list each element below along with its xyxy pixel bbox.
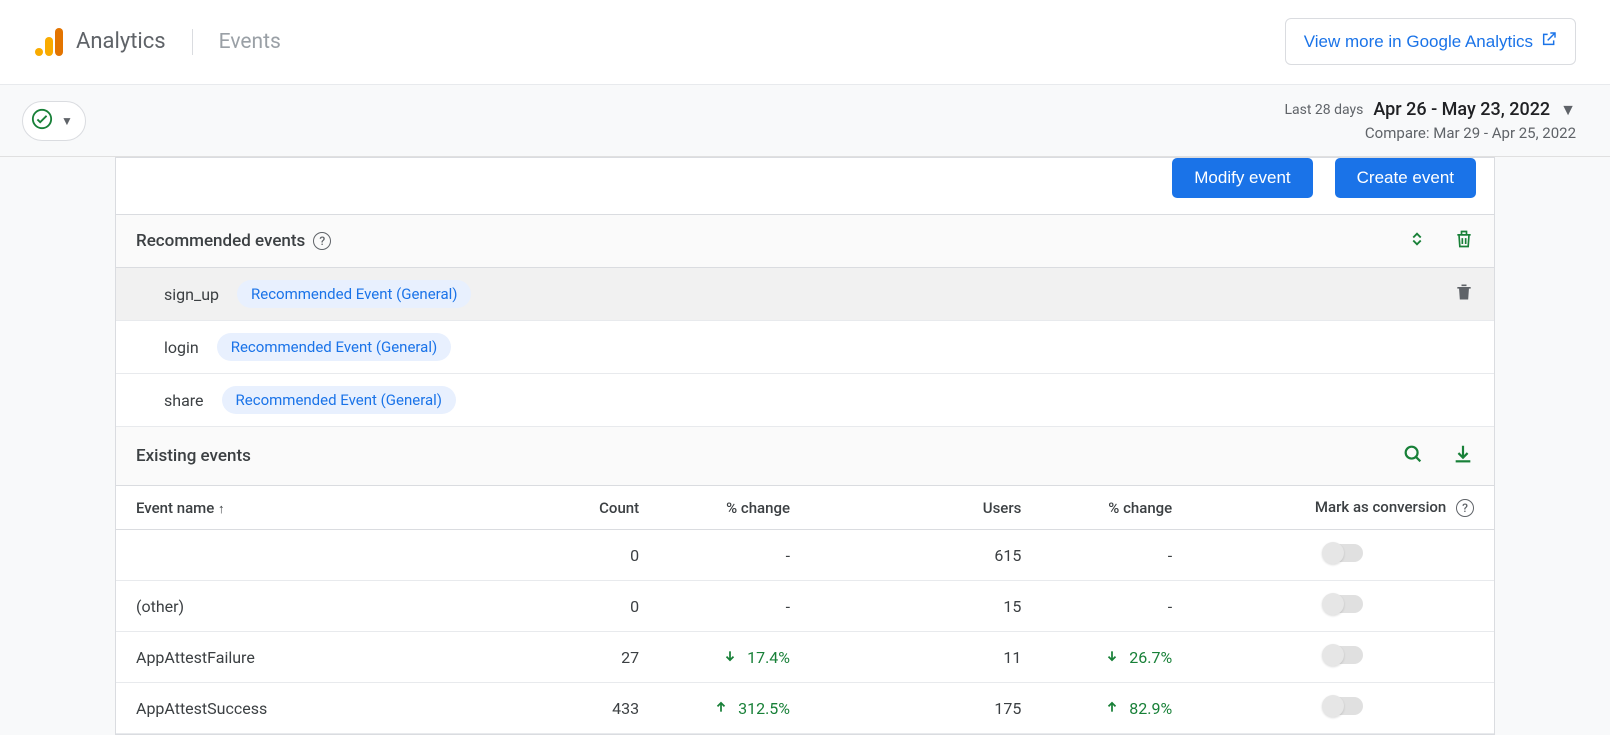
- users-change-cell: 82.9%: [1061, 699, 1172, 718]
- conversion-cell: [1192, 581, 1494, 632]
- count-cell: 27: [549, 632, 660, 683]
- analytics-logo-icon: [34, 27, 64, 57]
- recommended-badge: Recommended Event (General): [237, 280, 471, 308]
- modify-event-button[interactable]: Modify event: [1172, 158, 1312, 198]
- event-name-cell: AppAttestFailure: [116, 632, 549, 683]
- recommended-title: Recommended events: [136, 231, 305, 251]
- recommended-event-name: sign_up: [164, 285, 219, 304]
- col-mark-conversion: Mark as conversion ?: [1192, 486, 1494, 530]
- table-row[interactable]: 0-615-: [116, 530, 1494, 581]
- section-name: Events: [219, 30, 281, 54]
- users-cell: 11: [810, 632, 1041, 683]
- recommended-row[interactable]: login Recommended Event (General): [116, 321, 1494, 374]
- recommended-badge: Recommended Event (General): [222, 386, 456, 414]
- status-filter-chip[interactable]: ▼: [22, 101, 86, 141]
- delete-icon[interactable]: [1454, 282, 1474, 306]
- brand-block: Analytics Events: [34, 27, 281, 57]
- arrow-down-icon: [1105, 648, 1119, 667]
- table-row[interactable]: AppAttestSuccess433 312.5% 175 82.9%: [116, 683, 1494, 734]
- view-more-label: View more in Google Analytics: [1304, 32, 1533, 52]
- count-cell: 0: [549, 530, 660, 581]
- count-change-cell: -: [679, 597, 790, 616]
- recommended-row[interactable]: sign_up Recommended Event (General): [116, 268, 1494, 321]
- col-event-name[interactable]: Event name ↑: [116, 486, 549, 530]
- count-change-cell: 17.4%: [679, 648, 790, 667]
- help-icon[interactable]: ?: [313, 232, 331, 250]
- create-event-button[interactable]: Create event: [1335, 158, 1476, 198]
- count-change-cell: -: [679, 546, 790, 565]
- users-cell: 175: [810, 683, 1041, 734]
- download-icon[interactable]: [1452, 443, 1474, 469]
- recommended-event-name: login: [164, 338, 199, 357]
- count-cell: 433: [549, 683, 660, 734]
- date-prefix: Last 28 days: [1285, 102, 1364, 118]
- external-link-icon: [1541, 31, 1557, 52]
- recommended-header: Recommended events ?: [116, 215, 1494, 268]
- table-row[interactable]: AppAttestFailure27 17.4% 11 26.7%: [116, 632, 1494, 683]
- col-count-change[interactable]: % change: [659, 486, 810, 530]
- arrow-down-icon: [723, 648, 737, 667]
- recommended-title-wrap: Recommended events ?: [136, 231, 331, 251]
- conversion-cell: [1192, 683, 1494, 734]
- existing-header: Existing events: [116, 427, 1494, 486]
- recommended-event-name: share: [164, 391, 204, 410]
- sort-toggle-icon[interactable]: [1408, 230, 1426, 252]
- date-range-block: Last 28 days Apr 26 - May 23, 2022 ▼ Com…: [1285, 99, 1577, 142]
- count-cell: 0: [549, 581, 660, 632]
- event-name-cell: (other): [116, 581, 549, 632]
- chevron-down-icon: ▼: [61, 114, 73, 128]
- recommended-actions: [1408, 229, 1474, 253]
- page-body: Modify event Create event Recommended ev…: [0, 157, 1610, 735]
- existing-title: Existing events: [136, 446, 251, 466]
- chevron-down-icon: ▼: [1560, 100, 1576, 120]
- event-name-cell: AppAttestSuccess: [116, 683, 549, 734]
- recommended-row[interactable]: share Recommended Event (General): [116, 374, 1494, 427]
- help-icon[interactable]: ?: [1456, 499, 1474, 517]
- arrow-up-icon: [1105, 699, 1119, 718]
- col-count[interactable]: Count: [549, 486, 660, 530]
- delete-all-icon[interactable]: [1454, 229, 1474, 253]
- view-more-button[interactable]: View more in Google Analytics: [1285, 18, 1576, 65]
- recommended-badge: Recommended Event (General): [217, 333, 451, 361]
- product-name: Analytics: [76, 29, 166, 54]
- users-cell: 15: [810, 581, 1041, 632]
- search-icon[interactable]: [1402, 443, 1424, 469]
- top-header: Analytics Events View more in Google Ana…: [0, 0, 1610, 84]
- sort-ascending-icon: ↑: [218, 502, 225, 517]
- event-actions-row: Modify event Create event: [116, 158, 1494, 215]
- date-range-text: Apr 26 - May 23, 2022: [1373, 99, 1550, 120]
- users-cell: 615: [810, 530, 1041, 581]
- table-row[interactable]: (other)0-15-: [116, 581, 1494, 632]
- arrow-up-icon: [714, 699, 728, 718]
- conversion-cell: [1192, 632, 1494, 683]
- date-range-picker[interactable]: Last 28 days Apr 26 - May 23, 2022 ▼: [1285, 99, 1577, 120]
- event-name-cell: [116, 530, 549, 581]
- conversion-cell: [1192, 530, 1494, 581]
- existing-actions: [1402, 443, 1474, 469]
- col-users-change[interactable]: % change: [1041, 486, 1192, 530]
- events-table: Event name ↑ Count % change Users % chan…: [116, 486, 1494, 734]
- users-change-cell: -: [1061, 546, 1172, 565]
- users-change-cell: 26.7%: [1061, 648, 1172, 667]
- brand-divider: [192, 29, 193, 55]
- conversion-toggle[interactable]: [1323, 646, 1363, 664]
- conversion-toggle[interactable]: [1323, 697, 1363, 715]
- col-users[interactable]: Users: [810, 486, 1041, 530]
- check-circle-icon: [31, 108, 53, 134]
- filter-bar: ▼ Last 28 days Apr 26 - May 23, 2022 ▼ C…: [0, 84, 1610, 157]
- events-card: Modify event Create event Recommended ev…: [115, 157, 1495, 735]
- conversion-toggle[interactable]: [1323, 544, 1363, 562]
- count-change-cell: 312.5%: [679, 699, 790, 718]
- conversion-toggle[interactable]: [1323, 595, 1363, 613]
- users-change-cell: -: [1061, 597, 1172, 616]
- date-compare-text: Compare: Mar 29 - Apr 25, 2022: [1285, 124, 1577, 142]
